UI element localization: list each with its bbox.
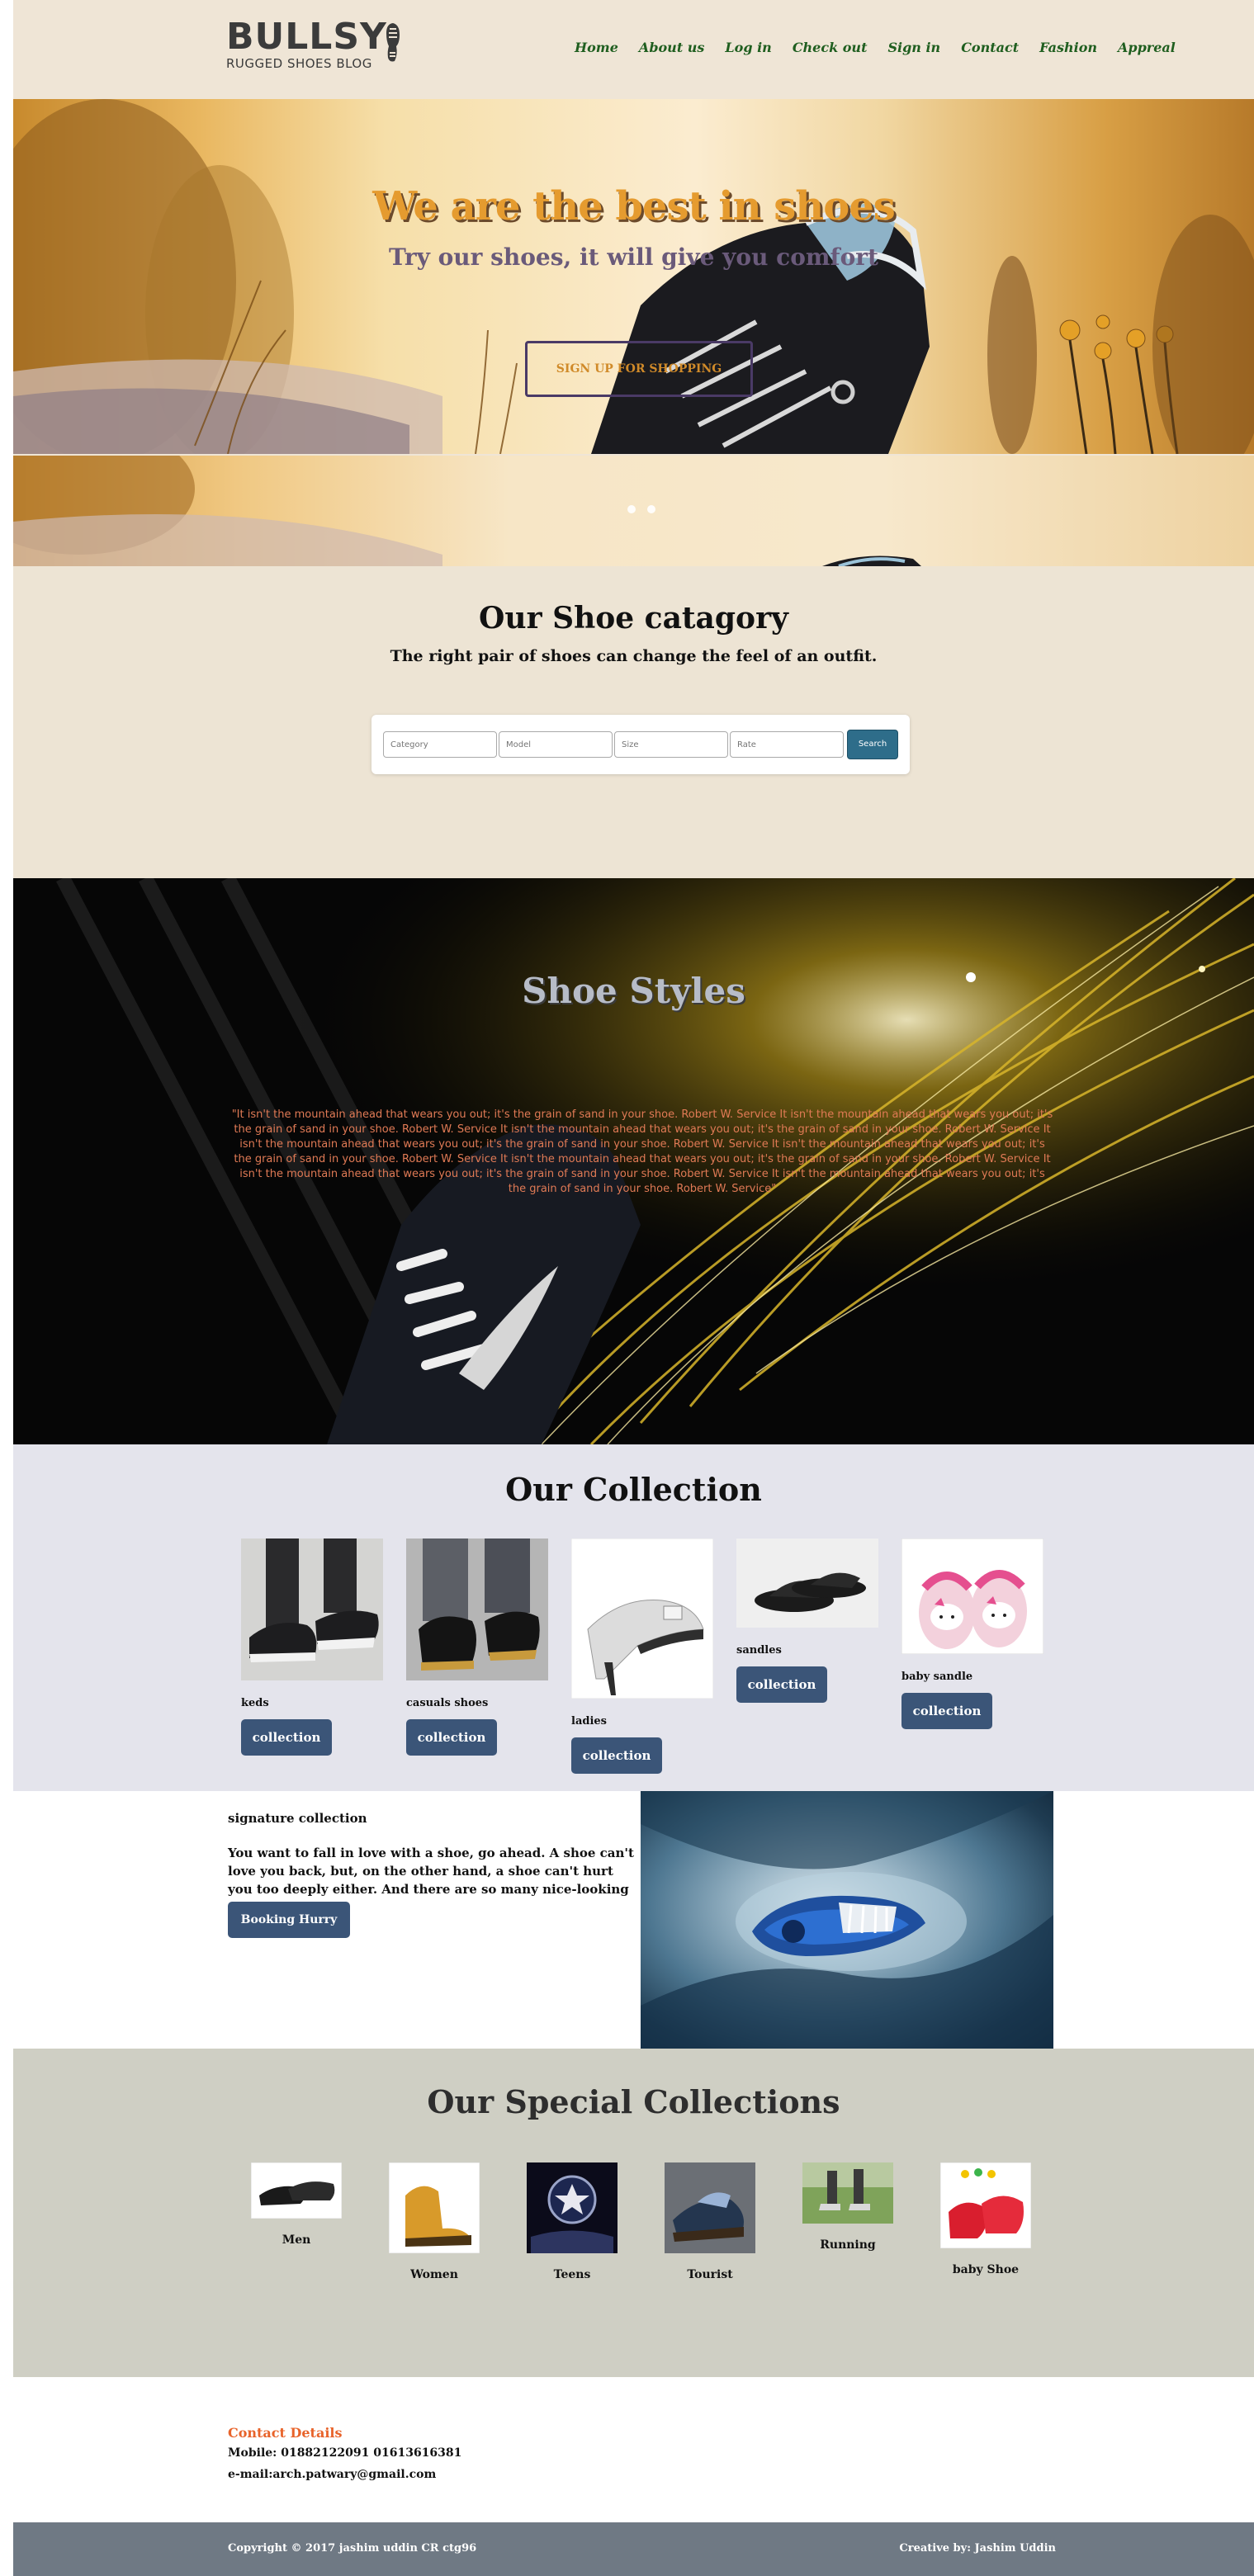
footer-copyright: Copyright © 2017 jashim uddin CR ctg96 (228, 2542, 477, 2555)
nav-log-in[interactable]: Log in (725, 40, 771, 55)
booking-hurry-button[interactable]: Booking Hurry (228, 1902, 350, 1938)
sandles-name: sandles (736, 1644, 782, 1657)
baby-sandle-name: baby sandle (901, 1671, 973, 1683)
baby-sandle-image (901, 1539, 1043, 1654)
casuals-shoes-image (406, 1539, 548, 1680)
nav-check-out[interactable]: Check out (793, 40, 868, 55)
site-footer: Copyright © 2017 jashim uddin CR ctg96 C… (13, 2522, 1254, 2576)
page: BULLSY RUGGED SHOES BLOG Home About us L… (13, 0, 1254, 2576)
signature-section: signature collection You want to fall in… (13, 1791, 1254, 2049)
teens-shoes-image (527, 2162, 618, 2253)
contact-mobile: Mobile: 01882122091 01613616381 (228, 2446, 462, 2460)
women-label: Women (410, 2268, 458, 2281)
special-collections-section: Our Special Collections Men Women Teens … (13, 2049, 1254, 2377)
running-shoes-image (802, 2162, 893, 2224)
ladies-name: ladies (571, 1715, 607, 1728)
sandles-image (736, 1539, 878, 1628)
nav-contact[interactable]: Contact (961, 40, 1019, 55)
signature-title: signature collection (228, 1811, 367, 1826)
collection-card-baby-sandle: baby sandle collection (901, 1539, 1043, 1729)
casuals-shoes-name: casuals shoes (406, 1697, 489, 1709)
baby-shoe-label: baby Shoe (952, 2263, 1020, 2276)
shoe-styles-section: Shoe Styles "It isn't the mountain ahead… (13, 878, 1254, 1444)
shoe-sole-icon (386, 23, 400, 62)
rate-input[interactable] (730, 731, 844, 758)
keds-collection-button[interactable]: collection (241, 1719, 332, 1756)
size-input[interactable] (614, 731, 728, 758)
category-subtitle: The right pair of shoes can change the f… (390, 647, 878, 665)
men-label: Men (282, 2233, 311, 2247)
special-item-women[interactable]: Women (389, 2162, 480, 2281)
collection-card-casuals: casuals shoes collection (406, 1539, 548, 1756)
sandles-collection-button[interactable]: collection (736, 1666, 827, 1703)
category-input[interactable] (383, 731, 497, 758)
baby-sandle-collection-button[interactable]: collection (901, 1693, 992, 1729)
carousel-dots (627, 505, 655, 513)
nav-home[interactable]: Home (575, 40, 618, 55)
nav-fashion[interactable]: Fashion (1039, 40, 1097, 55)
tourist-label: Tourist (687, 2268, 733, 2281)
contact-section: Contact Details Mobile: 01882122091 0161… (13, 2377, 1254, 2522)
hero-subtitle: Try our shoes, it will give you comfort (389, 243, 878, 271)
ladies-image (571, 1539, 713, 1699)
collection-card-ladies: ladies collection (571, 1539, 713, 1774)
nav-sign-in[interactable]: Sign in (887, 40, 940, 55)
hero-image-sneakers (13, 99, 1254, 454)
carousel-dot-1[interactable] (627, 505, 636, 513)
women-shoes-image (389, 2162, 480, 2253)
teens-label: Teens (553, 2268, 591, 2281)
running-label: Running (820, 2238, 876, 2252)
keds-name: keds (241, 1697, 269, 1709)
signature-shoe-wave-image (641, 1791, 1053, 2049)
hero-title: We are the best in shoes (372, 183, 896, 229)
special-item-teens[interactable]: Teens (527, 2162, 618, 2281)
tourist-shoes-image (665, 2162, 755, 2253)
hero-section: BULLSY RUGGED SHOES BLOG Home About us L… (13, 0, 1254, 566)
special-item-men[interactable]: Men (251, 2162, 342, 2247)
search-button[interactable]: Search (847, 730, 898, 759)
search-form: Search (371, 715, 910, 774)
category-section: Our Shoe catagory The right pair of shoe… (13, 566, 1254, 878)
main-nav: Home About us Log in Check out Sign in C… (575, 40, 1196, 55)
category-title: Our Shoe catagory (479, 601, 788, 636)
nav-appreal[interactable]: Appreal (1118, 40, 1176, 55)
special-item-running[interactable]: Running (802, 2162, 893, 2252)
special-item-tourist[interactable]: Tourist (665, 2162, 755, 2281)
collection-card-sandles: sandles collection (736, 1539, 878, 1703)
collection-section: Our Collection keds collection casuals s… (13, 1444, 1254, 1791)
special-item-baby-shoe[interactable]: baby Shoe (940, 2162, 1031, 2276)
model-input[interactable] (499, 731, 613, 758)
footer-credit: Creative by: Jashim Uddin (899, 2542, 1056, 2555)
shoe-styles-quote: "It isn't the mountain ahead that wears … (231, 1108, 1053, 1195)
signup-shopping-button[interactable]: SIGN UP FOR SHOPPING (525, 341, 753, 397)
logo-wordmark: BULLSY (226, 16, 387, 58)
collection-title: Our Collection (505, 1471, 762, 1508)
casuals-collection-button[interactable]: collection (406, 1719, 497, 1756)
keds-image (241, 1539, 383, 1680)
logo-tagline: RUGGED SHOES BLOG (226, 56, 372, 71)
carousel-dot-2[interactable] (647, 505, 655, 513)
collection-card-keds: keds collection (241, 1539, 383, 1756)
men-shoes-image (251, 2162, 342, 2219)
shoe-styles-title: Shoe Styles (522, 971, 745, 1011)
ladies-collection-button[interactable]: collection (571, 1737, 662, 1774)
baby-shoe-image (940, 2162, 1031, 2248)
contact-email: e-mail:arch.patwary@gmail.com (228, 2468, 437, 2481)
special-collections-title: Our Special Collections (427, 2083, 840, 2120)
nav-about-us[interactable]: About us (639, 40, 705, 55)
site-header: BULLSY RUGGED SHOES BLOG Home About us L… (13, 0, 1254, 99)
contact-heading: Contact Details (228, 2425, 343, 2441)
brand-logo[interactable]: BULLSY RUGGED SHOES BLOG (226, 18, 400, 71)
